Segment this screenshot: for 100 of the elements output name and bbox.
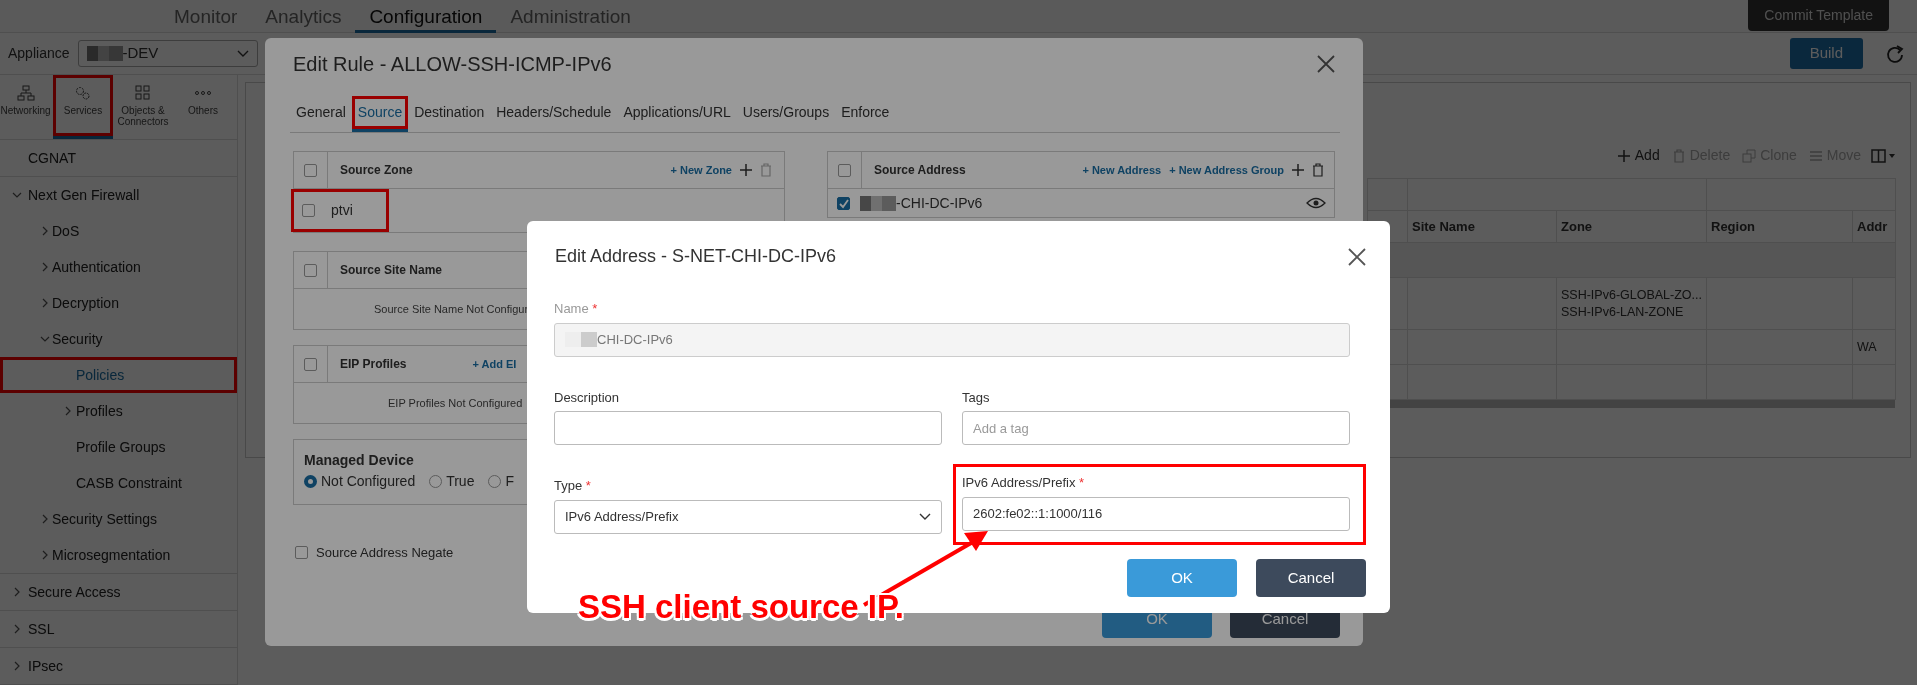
- checkbox[interactable]: [295, 546, 308, 560]
- tab[interactable]: Enforce: [835, 96, 896, 132]
- row-label: ptvi: [331, 201, 353, 220]
- sidebar-item[interactable]: Microsegmentation: [0, 537, 237, 573]
- tags-field[interactable]: Add a tag: [962, 411, 1350, 445]
- tab[interactable]: Users/Groups: [736, 96, 836, 132]
- item-label: CGNAT: [28, 148, 76, 168]
- sidebar-item[interactable]: CASB Constraint: [0, 465, 237, 501]
- dialog-title: Edit Address - S-NET-CHI-DC-IPv6: [555, 245, 837, 268]
- sidebar-item[interactable]: IPsec: [0, 648, 237, 684]
- radio-button[interactable]: [488, 475, 502, 488]
- table-cell: SSH-IPv6-GLOBAL-ZO...: [1561, 286, 1702, 304]
- input-field[interactable]: 2602:fe02::1:1000/116: [962, 496, 1350, 531]
- copy-icon: [1742, 148, 1757, 163]
- item-label: CASB Constraint: [76, 473, 182, 493]
- field-label: Tags: [962, 388, 990, 407]
- gears-icon: [74, 85, 92, 101]
- tab[interactable]: General: [290, 96, 352, 132]
- plus-icon[interactable]: [1292, 164, 1304, 176]
- item-label: Secure Access: [28, 582, 121, 602]
- category-tab[interactable]: Networking: [0, 75, 53, 139]
- item-label: Profile Groups: [76, 437, 166, 457]
- column-header: Region: [1706, 210, 1853, 243]
- item-label: IPsec: [28, 656, 63, 676]
- field-label: Type *: [554, 477, 591, 495]
- tab[interactable]: Source: [351, 96, 409, 132]
- appliance-select[interactable]: -DEV: [77, 40, 258, 67]
- radio-button[interactable]: [304, 475, 317, 488]
- redaction-mark: [86, 46, 123, 61]
- column-header: EIP Profiles: [340, 356, 407, 373]
- checkbox[interactable]: [304, 163, 317, 177]
- item-label: Policies: [76, 365, 125, 385]
- radio-label: True: [446, 472, 475, 491]
- appliance-label: Appliance: [8, 44, 70, 63]
- sidebar-item[interactable]: Next Gen Firewall: [0, 177, 237, 213]
- check-icon: [838, 197, 849, 209]
- tab[interactable]: Applications/URL: [617, 96, 737, 132]
- checkbox[interactable]: [302, 204, 315, 217]
- checkbox[interactable]: [304, 357, 317, 371]
- add-link[interactable]: + Add EI: [472, 355, 517, 373]
- new-zone-link[interactable]: + New Zone: [670, 161, 732, 179]
- sidebar-item[interactable]: Profiles: [0, 393, 237, 429]
- sidebar-item[interactable]: Profile Groups: [0, 429, 237, 465]
- category-label: Services: [63, 105, 103, 116]
- sidebar-item[interactable]: Policies: [0, 357, 237, 393]
- field-label: Description: [554, 388, 620, 407]
- nav-tab[interactable]: Configuration: [355, 0, 497, 33]
- sidebar-item[interactable]: SSL: [0, 611, 237, 647]
- category-tab[interactable]: Others: [173, 75, 233, 139]
- empty-message: Source Site Name Not Configur: [373, 301, 529, 317]
- zone-row[interactable]: ptvi: [291, 189, 389, 232]
- item-label: Profiles: [76, 401, 123, 421]
- checkbox[interactable]: [304, 263, 317, 277]
- sidebar-item[interactable]: CGNAT: [0, 140, 237, 176]
- item-label: SSL: [28, 619, 55, 639]
- column-header: Zone: [1556, 210, 1707, 243]
- grid-icon: [134, 85, 152, 101]
- column-header: Source Site Name: [340, 262, 443, 279]
- checkbox-label: Source Address Negate: [316, 544, 454, 562]
- table-cell-text: SSH-IPv6-LAN-ZONE: [1561, 303, 1685, 321]
- sidebar-item[interactable]: Security: [0, 321, 237, 357]
- trash-icon[interactable]: [1312, 163, 1324, 177]
- select-value: IPv6 Address/Prefix: [565, 507, 679, 526]
- dialog-button[interactable]: OK: [1127, 558, 1237, 597]
- toolbar-action[interactable]: Add: [1616, 145, 1660, 166]
- sidebar-item[interactable]: DoS: [0, 213, 237, 249]
- type-select[interactable]: IPv6 Address/Prefix: [554, 499, 942, 534]
- tab[interactable]: Destination: [408, 96, 491, 132]
- dialog-button[interactable]: Cancel: [1256, 558, 1366, 597]
- plus-icon[interactable]: [740, 164, 752, 176]
- item-label: Security Settings: [52, 509, 158, 529]
- sidebar-item[interactable]: Decryption: [0, 285, 237, 321]
- checkbox[interactable]: [837, 196, 850, 210]
- close-icon: [1348, 247, 1366, 266]
- category-tab[interactable]: Objects & Connectors: [113, 75, 173, 139]
- input-field[interactable]: [554, 411, 942, 445]
- columns-icon[interactable]: [1871, 148, 1897, 163]
- redaction-mark: [860, 195, 896, 211]
- build-button[interactable]: Build: [1789, 38, 1863, 69]
- item-label: Authentication: [52, 257, 141, 277]
- category-label: Networking: [0, 105, 51, 116]
- item-label: Decryption: [52, 293, 119, 313]
- annotation-caption: SSH client source IP.: [578, 587, 904, 627]
- category-tab[interactable]: Services: [53, 75, 113, 139]
- sidebar-item[interactable]: Authentication: [0, 249, 237, 285]
- column-header: Site Name: [1407, 210, 1557, 243]
- radio-button[interactable]: [429, 475, 443, 488]
- add-link[interactable]: + New Address: [1082, 161, 1162, 179]
- sidebar-item[interactable]: Security Settings: [0, 501, 237, 537]
- chevron-icon: [919, 512, 931, 521]
- eye-icon[interactable]: [1306, 197, 1326, 209]
- add-link[interactable]: + New Address Group: [1169, 161, 1284, 179]
- network-icon: [16, 85, 35, 101]
- plus-icon: [1616, 148, 1631, 163]
- checkbox[interactable]: [838, 163, 851, 177]
- item-label: Microsegmentation: [52, 545, 171, 565]
- sidebar-item[interactable]: Secure Access: [0, 574, 237, 610]
- refresh-icon[interactable]: [1885, 43, 1905, 64]
- tab[interactable]: Headers/Schedule: [490, 96, 618, 132]
- radio-label: F: [505, 472, 514, 491]
